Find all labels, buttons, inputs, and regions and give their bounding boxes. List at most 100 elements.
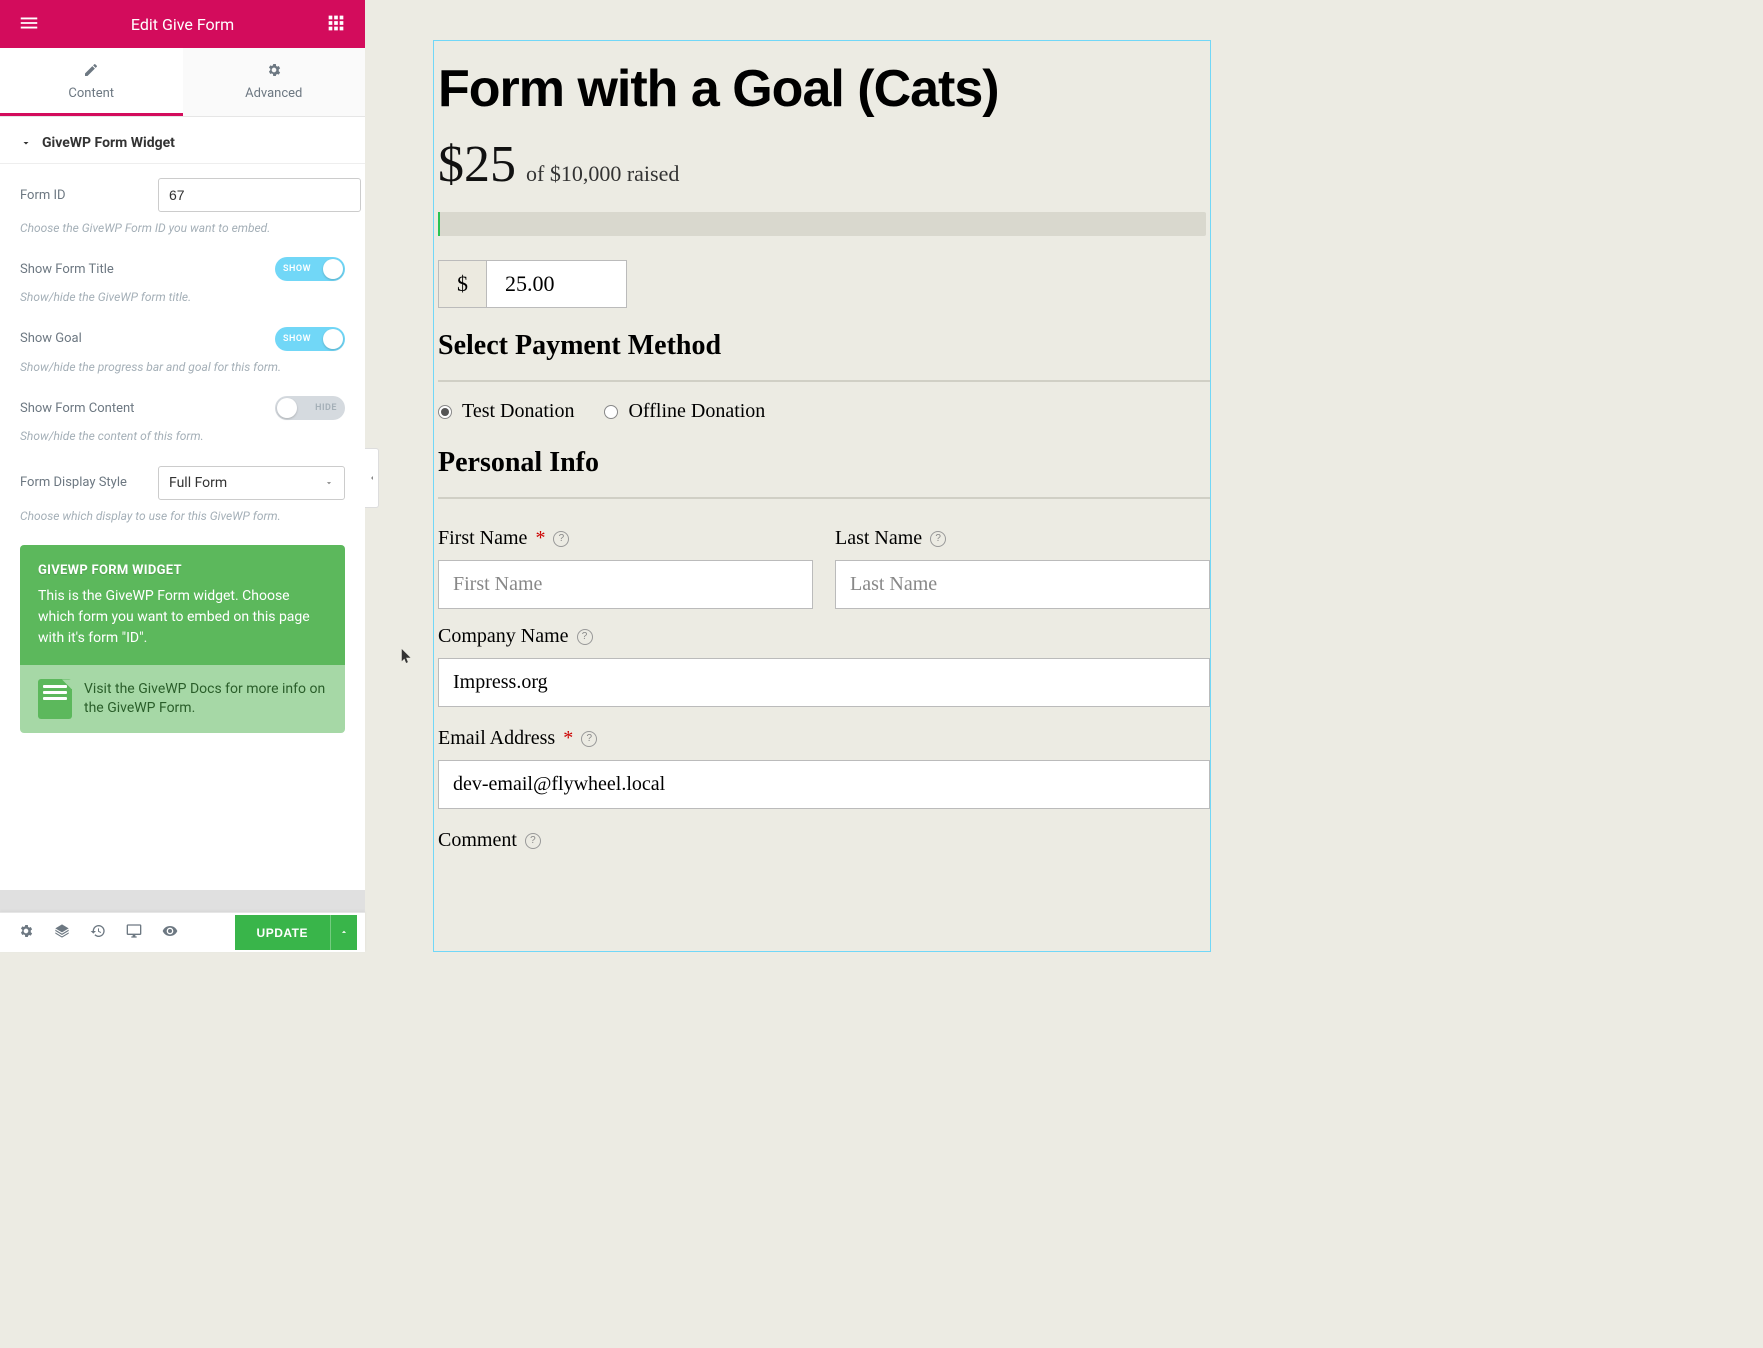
form-title: Form with a Goal (Cats) — [434, 41, 1210, 131]
show-goal-toggle[interactable]: SHOW — [275, 327, 345, 351]
help-icon[interactable]: ? — [581, 731, 597, 747]
first-name-input[interactable] — [438, 560, 813, 609]
history-button[interactable] — [80, 917, 116, 948]
form-id-help: Choose the GiveWP Form ID you want to em… — [20, 220, 345, 237]
help-icon[interactable]: ? — [525, 833, 541, 849]
update-button[interactable]: UPDATE — [235, 915, 330, 950]
required-star: * — [563, 727, 573, 750]
update-group: UPDATE — [235, 915, 357, 950]
layers-icon — [54, 923, 70, 939]
radio-offline-donation[interactable]: Offline Donation — [604, 400, 765, 423]
show-content-label: Show Form Content — [20, 401, 158, 416]
progress-bar — [438, 212, 1206, 236]
history-icon — [90, 923, 106, 939]
currency-symbol: $ — [438, 260, 487, 308]
responsive-button[interactable] — [116, 917, 152, 948]
control-show-title: Show Form Title SHOW — [20, 257, 345, 281]
apps-grid-icon — [325, 12, 347, 34]
company-input[interactable] — [438, 658, 1210, 707]
personal-info-form: First Name * ? Last Name ? Company Name — [434, 517, 1210, 852]
panel-gap — [0, 890, 365, 912]
show-title-help: Show/hide the GiveWP form title. — [20, 289, 345, 306]
radio-test-donation[interactable]: Test Donation — [438, 400, 574, 423]
radio-label: Offline Donation — [628, 400, 765, 423]
help-icon[interactable]: ? — [577, 629, 593, 645]
document-icon — [38, 679, 72, 719]
caret-up-icon — [339, 927, 349, 937]
display-style-value: Full Form — [169, 475, 227, 491]
help-icon[interactable]: ? — [930, 531, 946, 547]
control-show-goal: Show Goal SHOW — [20, 327, 345, 351]
info-box-top: GIVEWP FORM WIDGET This is the GiveWP Fo… — [20, 545, 345, 666]
raised-of-text: of $10,000 raised — [526, 161, 679, 187]
payment-method-heading: Select Payment Method — [438, 330, 1210, 362]
show-title-label: Show Form Title — [20, 262, 158, 277]
controls-panel: GiveWP Form Widget Form ID Choose the Gi… — [0, 117, 365, 890]
control-display-style: Form Display Style Full Form — [20, 466, 345, 500]
tab-advanced[interactable]: Advanced — [183, 48, 366, 116]
section-toggle[interactable]: GiveWP Form Widget — [0, 117, 365, 164]
preview-canvas[interactable]: Form with a Goal (Cats) $25 of $10,000 r… — [365, 0, 1245, 952]
menu-button[interactable] — [14, 8, 44, 41]
form-id-label: Form ID — [20, 188, 158, 203]
gear-icon — [18, 923, 34, 939]
goal-row: $25 of $10,000 raised — [434, 131, 1210, 194]
radio-icon — [438, 405, 452, 419]
eye-icon — [162, 923, 178, 939]
editor-tabs: Content Advanced — [0, 48, 365, 117]
donation-amount-input[interactable] — [487, 260, 627, 308]
last-name-input[interactable] — [835, 560, 1210, 609]
toggle-knob — [323, 259, 343, 279]
collapse-sidebar-button[interactable] — [365, 448, 379, 508]
toggle-text: SHOW — [283, 334, 311, 344]
display-style-label: Form Display Style — [20, 475, 158, 490]
info-box: GIVEWP FORM WIDGET This is the GiveWP Fo… — [20, 545, 345, 734]
caret-down-icon — [20, 137, 32, 149]
company-label: Company Name ? — [438, 625, 1210, 648]
tab-advanced-label: Advanced — [245, 86, 302, 101]
tab-content[interactable]: Content — [0, 48, 183, 116]
widget-frame[interactable]: Form with a Goal (Cats) $25 of $10,000 r… — [433, 40, 1211, 952]
widgets-button[interactable] — [321, 8, 351, 41]
tab-content-label: Content — [68, 86, 114, 101]
control-show-content: Show Form Content HIDE — [20, 396, 345, 420]
payment-radios: Test Donation Offline Donation — [438, 400, 1210, 423]
editor-footer: UPDATE — [0, 912, 365, 952]
radio-icon — [604, 405, 618, 419]
form-id-input[interactable] — [158, 178, 361, 212]
section-title: GiveWP Form Widget — [42, 135, 175, 151]
first-name-label: First Name * ? — [438, 527, 813, 550]
pencil-icon — [83, 62, 99, 78]
help-icon[interactable]: ? — [553, 531, 569, 547]
divider — [438, 497, 1210, 499]
chevron-left-icon — [368, 472, 376, 484]
toggle-knob — [323, 329, 343, 349]
settings-button[interactable] — [8, 917, 44, 948]
navigator-button[interactable] — [44, 917, 80, 948]
info-box-docs-text: Visit the GiveWP Docs for more info on t… — [84, 680, 327, 719]
display-style-select[interactable]: Full Form — [158, 466, 345, 500]
controls-list: Form ID Choose the GiveWP Form ID you wa… — [0, 164, 365, 525]
info-box-body: This is the GiveWP Form widget. Choose w… — [38, 588, 310, 646]
show-goal-label: Show Goal — [20, 331, 158, 346]
update-options-button[interactable] — [330, 915, 357, 950]
editor-sidebar: Edit Give Form Content Advanced GiveWP F… — [0, 0, 365, 952]
email-input[interactable] — [438, 760, 1210, 809]
show-title-toggle[interactable]: SHOW — [275, 257, 345, 281]
control-form-id: Form ID — [20, 178, 345, 212]
required-star: * — [535, 527, 545, 550]
gear-icon — [266, 62, 282, 78]
show-content-toggle[interactable]: HIDE — [275, 396, 345, 420]
divider — [438, 380, 1210, 382]
comment-label: Comment ? — [438, 829, 1210, 852]
display-style-help: Choose which display to use for this Giv… — [20, 508, 345, 525]
info-box-docs-link[interactable]: Visit the GiveWP Docs for more info on t… — [20, 665, 345, 733]
raised-amount: $25 — [438, 135, 516, 194]
show-goal-help: Show/hide the progress bar and goal for … — [20, 359, 345, 376]
progress-fill — [438, 212, 440, 236]
radio-label: Test Donation — [462, 400, 574, 423]
preview-button[interactable] — [152, 917, 188, 948]
personal-info-heading: Personal Info — [438, 447, 1210, 479]
hamburger-icon — [18, 12, 40, 34]
last-name-label: Last Name ? — [835, 527, 1210, 550]
